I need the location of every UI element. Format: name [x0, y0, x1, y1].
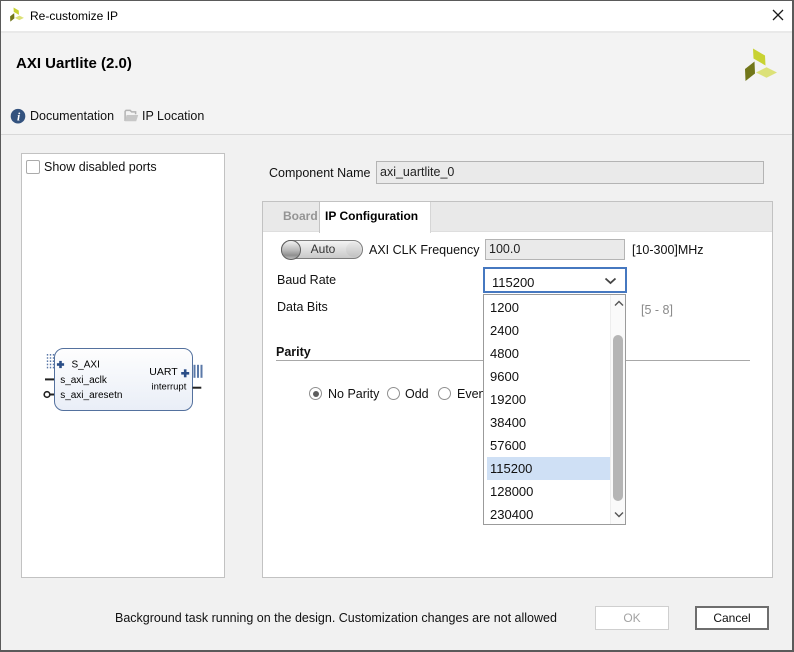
svg-text:interrupt: interrupt: [152, 381, 187, 392]
svg-text:s_axi_aresetn: s_axi_aresetn: [60, 390, 122, 401]
svg-text:s_axi_aclk: s_axi_aclk: [60, 375, 108, 386]
svg-text:UART: UART: [149, 366, 178, 378]
svg-text:S_AXI: S_AXI: [72, 360, 100, 371]
